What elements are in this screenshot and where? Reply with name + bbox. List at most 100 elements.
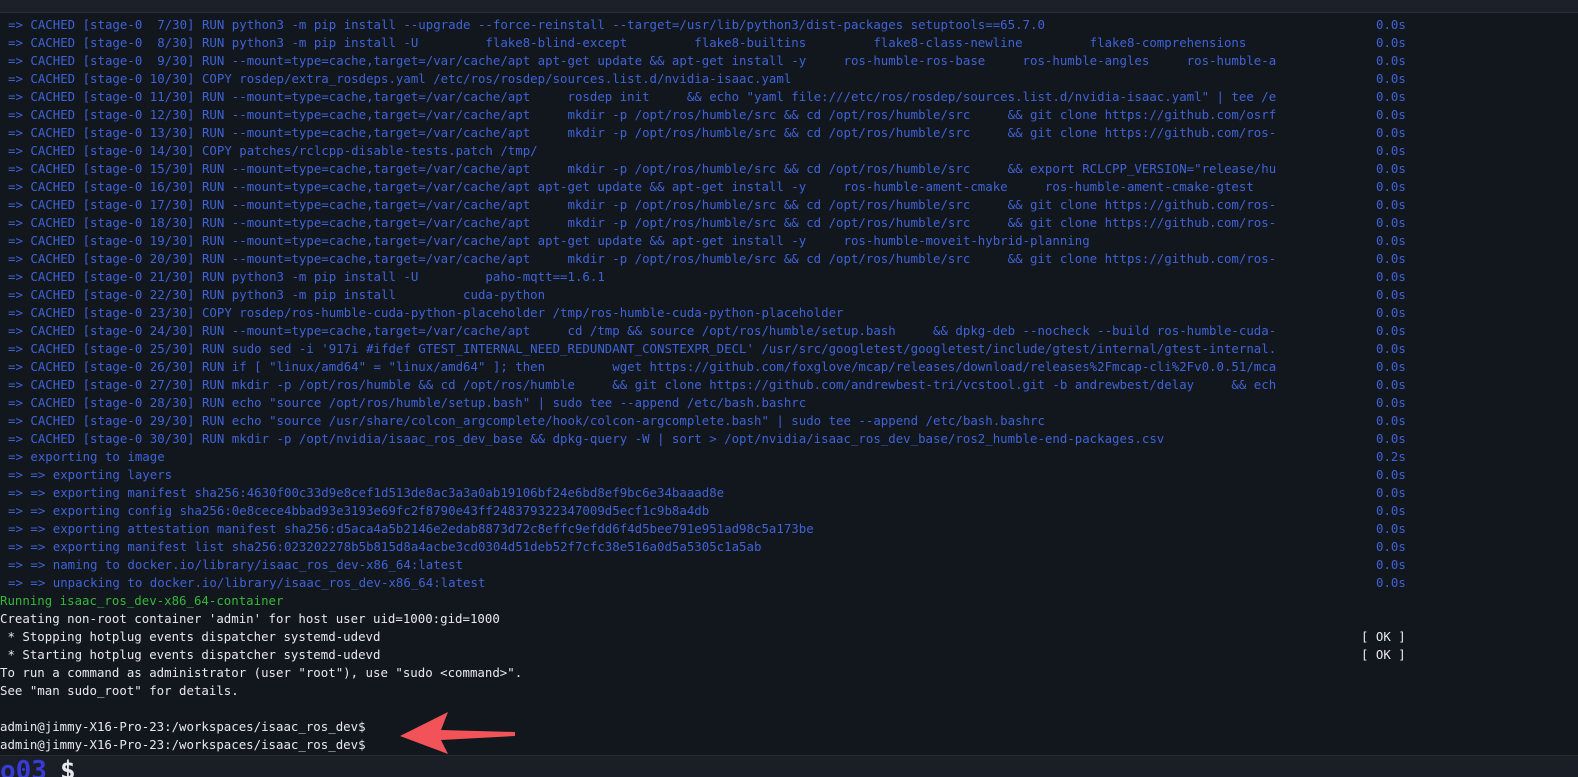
build-step-time: 0.0s (1376, 17, 1406, 32)
build-step-time: 0.0s (1376, 35, 1406, 50)
build-step-text: => CACHED [stage-0 11/30] RUN --mount=ty… (8, 89, 1277, 104)
build-step-text: => CACHED [stage-0 20/30] RUN --mount=ty… (8, 251, 1277, 266)
build-step-text: => CACHED [stage-0 22/30] RUN python3 -m… (8, 287, 546, 302)
build-step-text: => => exporting attestation manifest sha… (8, 521, 814, 536)
shell-prompt: admin@jimmy-X16-Pro-23:/workspaces/isaac… (0, 737, 366, 752)
build-step-time: 0.0s (1376, 341, 1406, 356)
build-step-text: => CACHED [stage-0 17/30] RUN --mount=ty… (8, 197, 1277, 212)
bottom-status-bar: o03 $ (0, 755, 1578, 777)
annotation-arrow-icon (400, 712, 515, 754)
running-container-text: Running isaac_ros_dev-x86_64-container (0, 593, 284, 608)
ok-status-badge: [ OK ] (1361, 629, 1406, 644)
build-step-text: => CACHED [stage-0 27/30] RUN mkdir -p /… (8, 377, 1277, 392)
sudo-hint-text: See "man sudo_root" for details. (0, 683, 239, 698)
sudo-hint-text: To run a command as administrator (user … (0, 665, 523, 680)
build-step-line: => CACHED [stage-0 22/30] RUN python3 -m… (0, 286, 1578, 304)
build-step-line: => CACHED [stage-0 28/30] RUN echo "sour… (0, 394, 1578, 412)
build-step-line: => CACHED [stage-0 24/30] RUN --mount=ty… (0, 322, 1578, 340)
build-step-text: => => exporting layers (8, 467, 173, 482)
ok-status-badge: [ OK ] (1361, 647, 1406, 662)
build-step-line: => => exporting manifest sha256:4630f00c… (0, 484, 1578, 502)
creating-container-text: Creating non-root container 'admin' for … (0, 611, 500, 626)
bottom-prompt-symbol: $ (60, 756, 76, 777)
build-step-line: => CACHED [stage-0 25/30] RUN sudo sed -… (0, 340, 1578, 358)
terminal-output[interactable]: => CACHED [stage-0 7/30] RUN python3 -m … (0, 13, 1578, 755)
service-status-text: * Stopping hotplug events dispatcher sys… (0, 629, 381, 644)
service-status-line: * Stopping hotplug events dispatcher sys… (0, 628, 1578, 646)
build-step-text: => => exporting manifest sha256:4630f00c… (8, 485, 725, 500)
build-step-line: => => exporting attestation manifest sha… (0, 520, 1578, 538)
service-status-line: * Starting hotplug events dispatcher sys… (0, 646, 1578, 664)
build-step-time: 0.0s (1376, 539, 1406, 554)
shell-prompt: admin@jimmy-X16-Pro-23:/workspaces/isaac… (0, 719, 366, 734)
build-step-time: 0.0s (1376, 431, 1406, 446)
sudo-hint-line: See "man sudo_root" for details. (0, 682, 1578, 700)
build-step-time: 0.0s (1376, 107, 1406, 122)
build-step-text: => => unpacking to docker.io/library/isa… (8, 575, 486, 590)
build-step-time: 0.0s (1376, 53, 1406, 68)
build-step-text: => CACHED [stage-0 23/30] COPY rosdep/ro… (8, 305, 844, 320)
build-step-text: => CACHED [stage-0 18/30] RUN --mount=ty… (8, 215, 1277, 230)
build-step-text: => CACHED [stage-0 16/30] RUN --mount=ty… (8, 179, 1254, 194)
build-step-line: => => exporting layers 0.0s (0, 466, 1578, 484)
build-step-line: => CACHED [stage-0 30/30] RUN mkdir -p /… (0, 430, 1578, 448)
build-step-line: => exporting to image 0.2s (0, 448, 1578, 466)
build-step-time: 0.0s (1376, 377, 1406, 392)
build-step-text: => => naming to docker.io/library/isaac_… (8, 557, 464, 572)
build-step-time: 0.0s (1376, 143, 1406, 158)
build-step-text: => CACHED [stage-0 14/30] COPY patches/r… (8, 143, 538, 158)
build-step-time: 0.0s (1376, 467, 1406, 482)
build-step-text: => CACHED [stage-0 10/30] COPY rosdep/ex… (8, 71, 792, 86)
build-step-line: => CACHED [stage-0 16/30] RUN --mount=ty… (0, 178, 1578, 196)
build-step-text: => CACHED [stage-0 9/30] RUN --mount=typ… (8, 53, 1277, 68)
build-step-line: => CACHED [stage-0 10/30] COPY rosdep/ex… (0, 70, 1578, 88)
creating-container-line: Creating non-root container 'admin' for … (0, 610, 1578, 628)
build-step-line: => CACHED [stage-0 21/30] RUN python3 -m… (0, 268, 1578, 286)
shell-prompt-line: admin@jimmy-X16-Pro-23:/workspaces/isaac… (0, 718, 1578, 736)
build-step-time: 0.0s (1376, 251, 1406, 266)
build-step-text: => CACHED [stage-0 25/30] RUN sudo sed -… (8, 341, 1277, 356)
build-step-line: => CACHED [stage-0 8/30] RUN python3 -m … (0, 34, 1578, 52)
build-step-text: => CACHED [stage-0 24/30] RUN --mount=ty… (8, 323, 1277, 338)
build-step-time: 0.0s (1376, 305, 1406, 320)
window-top-bar (0, 0, 1578, 13)
build-step-line: => CACHED [stage-0 20/30] RUN --mount=ty… (0, 250, 1578, 268)
build-step-line: => CACHED [stage-0 18/30] RUN --mount=ty… (0, 214, 1578, 232)
build-step-text: => CACHED [stage-0 26/30] RUN if [ "linu… (8, 359, 1277, 374)
build-step-time: 0.0s (1376, 575, 1406, 590)
build-step-time: 0.0s (1376, 179, 1406, 194)
running-container-line: Running isaac_ros_dev-x86_64-container (0, 592, 1578, 610)
build-step-line: => CACHED [stage-0 13/30] RUN --mount=ty… (0, 124, 1578, 142)
build-step-time: 0.0s (1376, 413, 1406, 428)
build-step-text: => CACHED [stage-0 21/30] RUN python3 -m… (8, 269, 605, 284)
build-step-text: => => exporting config sha256:0e8cece4bb… (8, 503, 710, 518)
build-step-text: => CACHED [stage-0 15/30] RUN --mount=ty… (8, 161, 1277, 176)
build-step-time: 0.0s (1376, 359, 1406, 374)
build-step-text: => CACHED [stage-0 29/30] RUN echo "sour… (8, 413, 1045, 428)
build-step-time: 0.0s (1376, 215, 1406, 230)
build-step-text: => CACHED [stage-0 7/30] RUN python3 -m … (8, 17, 1045, 32)
build-step-text: => CACHED [stage-0 13/30] RUN --mount=ty… (8, 125, 1277, 140)
build-step-text: => => exporting manifest list sha256:023… (8, 539, 762, 554)
build-step-time: 0.0s (1376, 89, 1406, 104)
build-step-time: 0.0s (1376, 521, 1406, 536)
build-step-line: => CACHED [stage-0 14/30] COPY patches/r… (0, 142, 1578, 160)
build-step-line: => => unpacking to docker.io/library/isa… (0, 574, 1578, 592)
build-step-line: => CACHED [stage-0 7/30] RUN python3 -m … (0, 16, 1578, 34)
service-status-text: * Starting hotplug events dispatcher sys… (0, 647, 381, 662)
build-step-line: => CACHED [stage-0 27/30] RUN mkdir -p /… (0, 376, 1578, 394)
build-step-time: 0.0s (1376, 485, 1406, 500)
build-step-time: 0.0s (1376, 287, 1406, 302)
build-step-time: 0.2s (1376, 449, 1406, 464)
build-step-time: 0.0s (1376, 269, 1406, 284)
build-step-text: => CACHED [stage-0 19/30] RUN --mount=ty… (8, 233, 1090, 248)
build-step-text: => CACHED [stage-0 28/30] RUN echo "sour… (8, 395, 807, 410)
sudo-hint-line: To run a command as administrator (user … (0, 664, 1578, 682)
build-step-line: => CACHED [stage-0 17/30] RUN --mount=ty… (0, 196, 1578, 214)
build-step-line: => CACHED [stage-0 15/30] RUN --mount=ty… (0, 160, 1578, 178)
build-step-line: => => naming to docker.io/library/isaac_… (0, 556, 1578, 574)
build-step-line: => CACHED [stage-0 23/30] COPY rosdep/ro… (0, 304, 1578, 322)
build-step-text: => CACHED [stage-0 30/30] RUN mkdir -p /… (8, 431, 1165, 446)
build-step-line: => CACHED [stage-0 26/30] RUN if [ "linu… (0, 358, 1578, 376)
build-step-time: 0.0s (1376, 503, 1406, 518)
